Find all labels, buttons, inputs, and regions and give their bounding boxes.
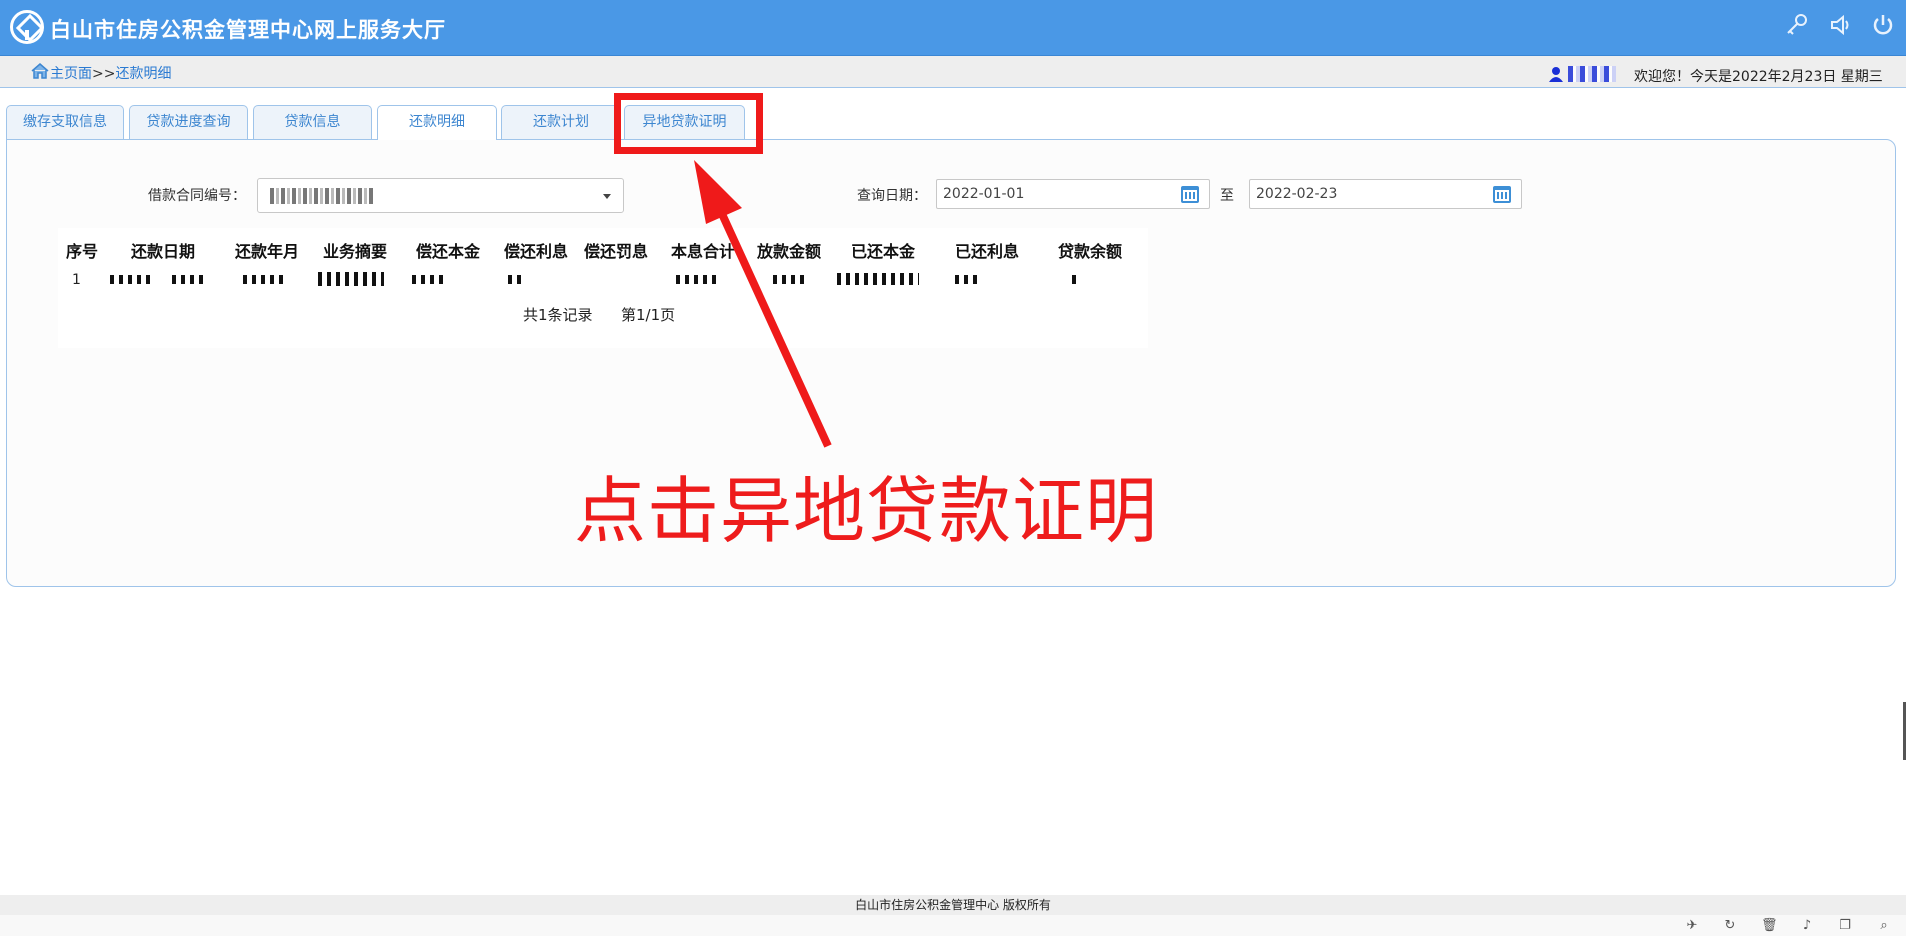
annotation-text: 点击异地贷款证明: [574, 469, 1159, 553]
